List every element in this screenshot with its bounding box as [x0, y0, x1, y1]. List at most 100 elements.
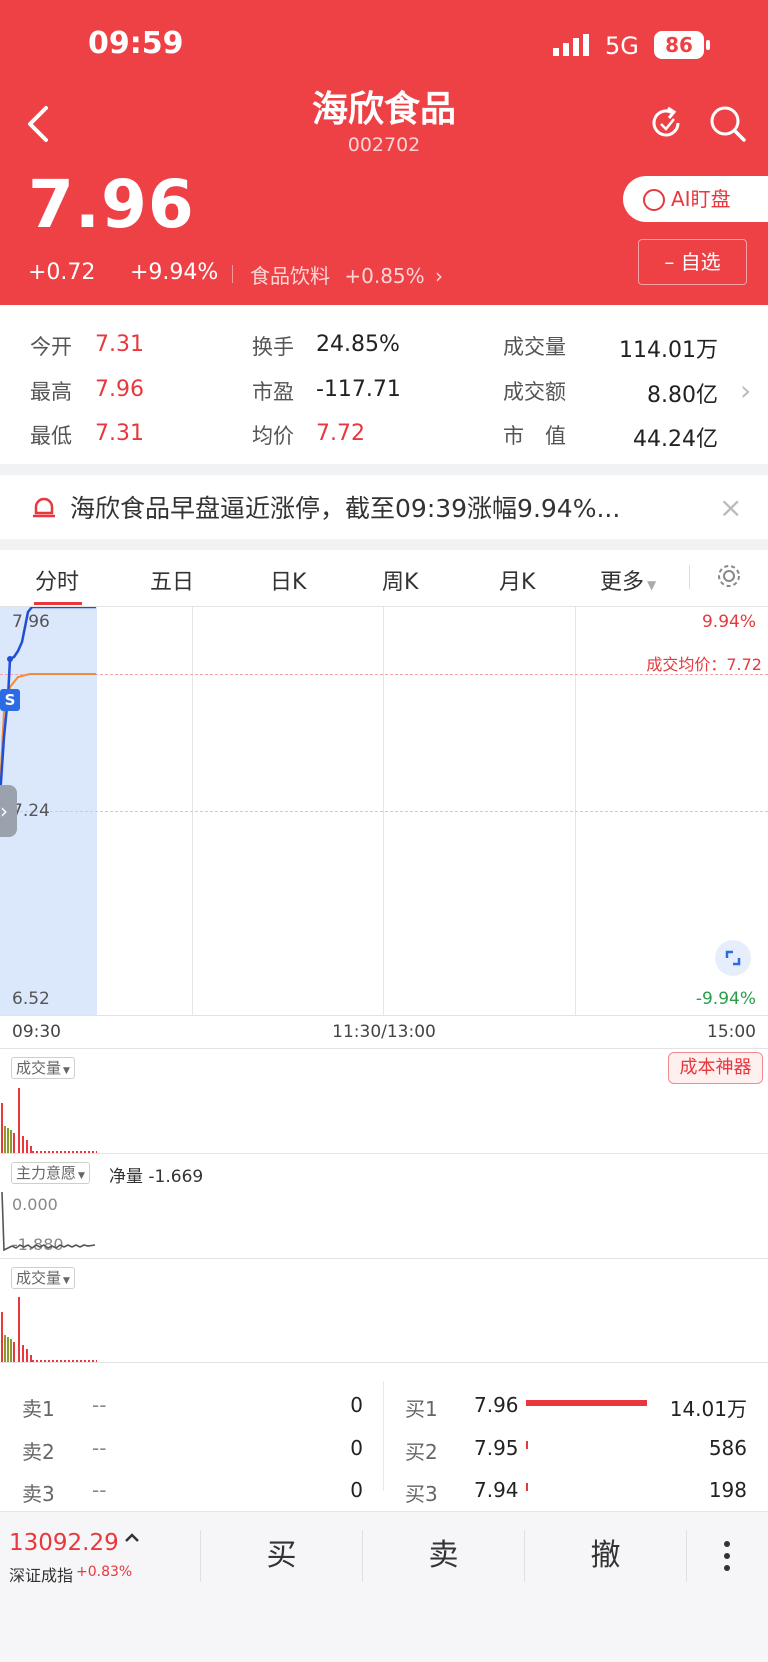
- marker-label: S: [4, 691, 16, 709]
- tab-monthly-k[interactable]: 月K: [499, 564, 535, 596]
- sector-link[interactable]: 食品饮料 +0.85% ›: [250, 260, 443, 288]
- stats-expand-icon[interactable]: ›: [740, 374, 751, 407]
- buy2-label: 买2: [405, 1440, 438, 1464]
- chevron-up-icon: [124, 1530, 140, 1546]
- low-value: 7.31: [95, 421, 144, 446]
- turnover-label: 换手: [252, 335, 294, 359]
- side-panel-handle[interactable]: ›: [0, 785, 17, 837]
- index-widget[interactable]: 13092.29 深证成指 +0.83%: [0, 1512, 200, 1600]
- buy3-label: 买3: [405, 1482, 438, 1506]
- tab-more-label: 更多: [600, 570, 645, 595]
- buy2-volume: 586: [708, 1436, 747, 1460]
- sell3-price: --: [92, 1478, 107, 1502]
- news-text: 海欣食品早盘逼近涨停，截至09:39涨幅9.94%...: [70, 494, 621, 523]
- net-volume-label: 净量 -1.669: [109, 1167, 204, 1187]
- tab-intraday[interactable]: 分时: [35, 564, 79, 596]
- caret-down-icon: ▼: [78, 1171, 85, 1181]
- time-start: 09:30: [12, 1022, 61, 1042]
- cancel-order-button[interactable]: 撤: [525, 1512, 686, 1600]
- index-pct: +0.83%: [76, 1564, 133, 1580]
- ai-chart-icon: [643, 189, 665, 211]
- stock-price: 7.96: [28, 166, 195, 243]
- close-icon[interactable]: ×: [719, 491, 742, 524]
- bell-icon: [32, 495, 56, 519]
- pct-bottom-label: -9.94%: [695, 989, 756, 1009]
- high-label: 最高: [30, 380, 72, 404]
- buy1-depth-bar: [526, 1400, 647, 1406]
- more-options-icon[interactable]: [712, 1538, 742, 1574]
- open-label: 今开: [30, 335, 72, 359]
- buy3-volume: 198: [708, 1478, 747, 1502]
- news-banner[interactable]: 海欣食品早盘逼近涨停，截至09:39涨幅9.94%... ×: [0, 475, 768, 539]
- avg-value: 7.72: [316, 421, 365, 446]
- buy-button[interactable]: 买: [201, 1512, 362, 1600]
- index-value: 13092.29: [9, 1530, 119, 1556]
- price-change: +0.72: [28, 260, 96, 285]
- avg-label: 均价: [252, 424, 294, 448]
- sell1-price: --: [92, 1393, 107, 1417]
- sell-button[interactable]: 卖: [363, 1512, 524, 1600]
- tab-weekly-k[interactable]: 周K: [382, 564, 418, 596]
- time-end: 15:00: [707, 1022, 756, 1042]
- y-bottom-label: 6.52: [12, 989, 50, 1009]
- watch-label: 自选: [680, 250, 721, 274]
- sector-pct: +0.85%: [344, 264, 425, 288]
- sell-marker[interactable]: S: [0, 689, 20, 711]
- status-time: 09:59: [88, 26, 184, 61]
- ai-watch-label: AI盯盘: [671, 187, 731, 211]
- caret-down-icon: ▼: [63, 1276, 70, 1286]
- buy1-label: 买1: [405, 1397, 438, 1421]
- y-mid-label: 7.24: [12, 801, 50, 821]
- main-force-label: 主力意愿: [16, 1164, 77, 1182]
- search-icon[interactable]: [708, 104, 748, 144]
- tab-five-day[interactable]: 五日: [150, 564, 194, 596]
- amount-label: 成交额: [503, 380, 566, 404]
- price-change-pct: +9.94%: [130, 260, 219, 285]
- minus-icon: –: [664, 250, 675, 274]
- network-label: 5G: [605, 32, 639, 60]
- pct-top-label: 9.94%: [701, 612, 756, 632]
- turnover-value: 24.85%: [316, 332, 400, 357]
- sell2-volume: 0: [350, 1436, 363, 1460]
- sell3-volume: 0: [350, 1478, 363, 1502]
- mktcap-label: 市 值: [503, 424, 566, 448]
- buy3-depth-bar: [526, 1483, 528, 1491]
- avg-price-label: 成交均价：7.72: [646, 655, 762, 674]
- time-mid: 11:30/13:00: [332, 1022, 436, 1042]
- volume-indicator-select-2[interactable]: 成交量 ▼: [11, 1267, 75, 1289]
- sell1-volume: 0: [350, 1393, 363, 1417]
- y-top-label: 7.96: [12, 612, 50, 632]
- buy3-price: 7.94: [474, 1478, 519, 1502]
- volume-value: 114.01万: [619, 338, 718, 363]
- tab-more[interactable]: 更多 ▼: [600, 564, 656, 596]
- ai-watch-button[interactable]: AI盯盘: [623, 176, 768, 222]
- buy2-price: 7.95: [474, 1436, 519, 1460]
- tab-daily-k[interactable]: 日K: [270, 564, 306, 596]
- buy1-volume: 14.01万: [669, 1397, 747, 1421]
- stock-header: 09:59 5G 86 海欣食品 002702 7.96 +0.72 +9.94…: [0, 0, 768, 305]
- sell2-price: --: [92, 1436, 107, 1460]
- battery-level: 86: [665, 33, 693, 57]
- fullscreen-icon[interactable]: [715, 940, 751, 976]
- cost-tool-label: 成本神器: [679, 1057, 752, 1078]
- volume-label: 成交量: [503, 335, 566, 359]
- volume-bars: [1, 1088, 97, 1153]
- tab-active-indicator: [34, 602, 82, 605]
- main-force-select[interactable]: 主力意愿 ▼: [11, 1162, 90, 1184]
- caret-down-icon: ▼: [63, 1066, 70, 1076]
- chevron-right-icon: ›: [435, 264, 444, 288]
- volume-indicator-select[interactable]: 成交量 ▼: [11, 1057, 75, 1079]
- sell3-label: 卖3: [22, 1482, 55, 1506]
- open-value: 7.31: [95, 332, 144, 357]
- volume-bars-2: [1, 1297, 97, 1362]
- refresh-icon[interactable]: [648, 104, 686, 142]
- buy2-depth-bar: [526, 1441, 528, 1449]
- sector-name: 食品饮料: [250, 264, 330, 288]
- volume-select-label-2: 成交量: [16, 1269, 62, 1287]
- pe-label: 市盈: [252, 380, 294, 404]
- cost-tool-button[interactable]: 成本神器: [668, 1052, 763, 1084]
- main-force-line: [1, 1191, 96, 1252]
- remove-watchlist-button[interactable]: – 自选: [638, 239, 747, 285]
- settings-gear-icon[interactable]: [716, 563, 742, 589]
- volume-select-label: 成交量: [16, 1059, 62, 1077]
